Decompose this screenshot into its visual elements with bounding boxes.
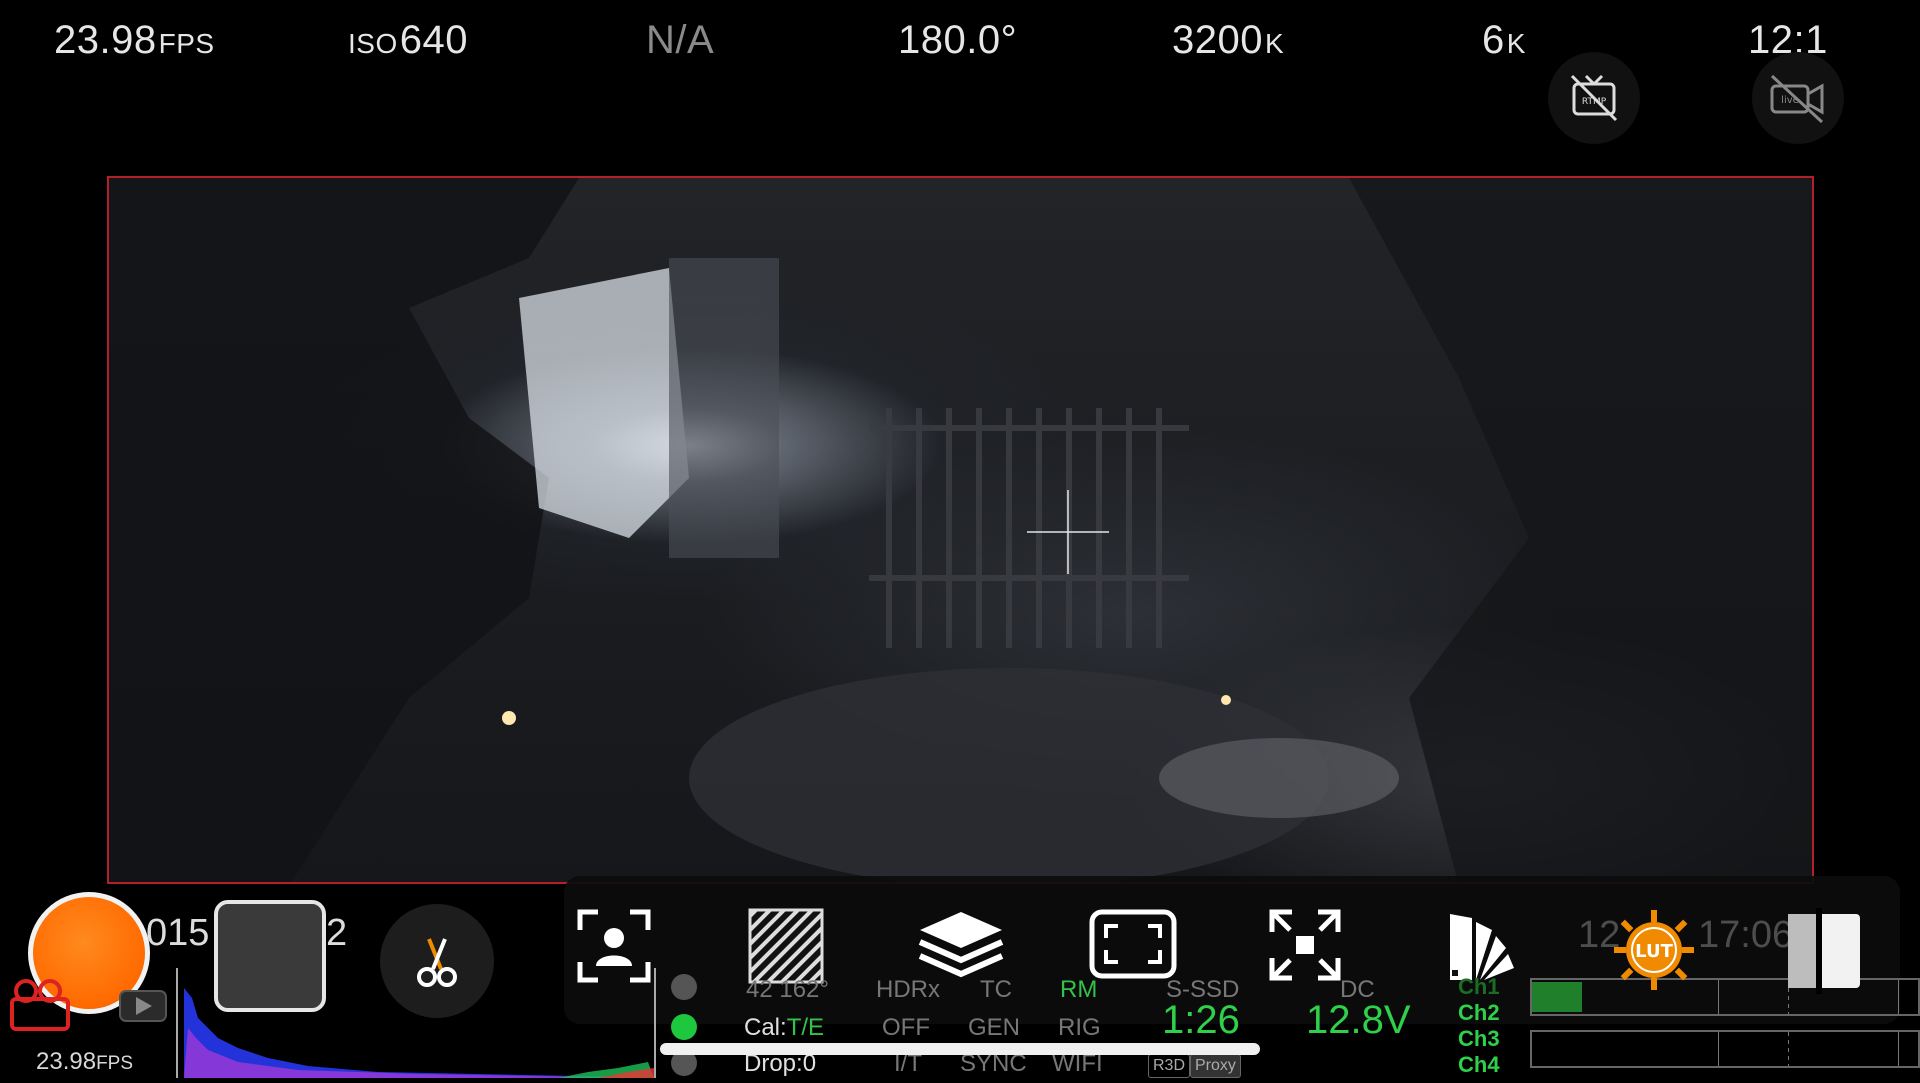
na-value: N/A	[646, 18, 715, 62]
fps-readout[interactable]: 23.98FPS	[54, 18, 215, 63]
face-focus-icon	[577, 909, 651, 983]
meter-1-tick-a	[1718, 980, 1719, 1014]
face-detect-button[interactable]	[576, 908, 652, 984]
split-view-icon	[1788, 908, 1860, 994]
proxy-badge: Proxy	[1190, 1054, 1241, 1078]
meter-2-tick-b	[1788, 1032, 1789, 1066]
channel-1-label: Ch1	[1458, 974, 1500, 999]
cal-value: T/E	[786, 1014, 825, 1041]
status-hdrx: HDRx	[876, 976, 940, 1003]
iso-readout[interactable]: ISO640	[348, 18, 468, 63]
fps-value: 23.98	[54, 18, 157, 62]
iso-prefix: ISO	[348, 28, 398, 59]
status-tc: TC	[980, 976, 1012, 1003]
white-balance-readout[interactable]: 3200K	[1172, 18, 1284, 63]
resolution-readout[interactable]: 6K	[1482, 18, 1526, 63]
split-view-button[interactable]	[1786, 908, 1862, 999]
meter-1-tick-c	[1898, 980, 1899, 1014]
rtmp-off-button[interactable]: RTMP	[1548, 52, 1640, 144]
r3d-badge: R3D	[1148, 1054, 1191, 1078]
status-gen: GEN	[968, 1014, 1021, 1041]
media-remaining: 1:26	[1162, 998, 1240, 1042]
zebra-button[interactable]	[748, 908, 824, 984]
clock-right: 17:06	[1698, 914, 1794, 956]
timecode-left: 015	[146, 912, 210, 954]
expand-icon	[1269, 909, 1341, 981]
center-crosshair-vertical	[1067, 490, 1069, 574]
rtmp-off-icon: RTMP	[1570, 74, 1618, 122]
camera-playback-icon[interactable]	[8, 975, 168, 1035]
fullscreen-button[interactable]	[1268, 908, 1342, 982]
cal-label: Cal:	[744, 1014, 787, 1041]
live-off-icon: live	[1770, 74, 1824, 124]
channel-2-label: Ch2	[1458, 1000, 1500, 1025]
white-balance-unit: K	[1264, 28, 1285, 59]
channel-3-label: Ch3	[1458, 1026, 1500, 1051]
status-rig: RIG	[1058, 1014, 1101, 1041]
lut-icon: LUT	[1614, 910, 1694, 990]
bottom-fps-unit: FPS	[96, 1053, 134, 1074]
lut-button[interactable]: LUT	[1612, 908, 1696, 997]
bottom-fps-value: 23.98	[36, 1048, 97, 1075]
frame-guide-icon	[1089, 909, 1177, 979]
shutter-readout[interactable]: 180.0°	[898, 18, 1017, 63]
meter-2-tick-a	[1718, 1032, 1719, 1066]
fan-chart-icon	[1450, 914, 1514, 980]
histogram	[176, 968, 656, 1078]
meter-2-tick-c	[1898, 1032, 1899, 1066]
svg-text:LUT: LUT	[1635, 941, 1673, 962]
status-angle: 42 162°	[746, 976, 830, 1003]
live-off-button[interactable]: live	[1752, 52, 1844, 144]
iso-value: 640	[399, 18, 468, 62]
status-dot-2	[671, 1014, 697, 1040]
frame-guide-button[interactable]	[1088, 908, 1178, 980]
na-readout[interactable]: N/A	[646, 18, 714, 63]
shutter-value: 180.0°	[898, 18, 1018, 62]
resolution-unit: K	[1506, 28, 1526, 59]
bottom-fps-readout: 23.98FPS	[36, 1048, 133, 1076]
histogram-graph	[184, 988, 654, 1078]
status-rm: RM	[1060, 976, 1098, 1003]
timecode-right: 2	[326, 912, 348, 954]
white-balance-value: 3200	[1172, 18, 1263, 62]
false-color-button[interactable]	[1442, 908, 1518, 984]
zebra-stripes-icon	[748, 908, 824, 984]
viewfinder[interactable]	[107, 176, 1814, 884]
channel-4-label: Ch4	[1458, 1052, 1500, 1077]
resolution-value: 6	[1482, 18, 1505, 62]
scene-image	[109, 178, 1812, 882]
audio-meter-1-fill	[1532, 982, 1583, 1012]
status-off: OFF	[882, 1014, 930, 1041]
voltage-readout: 12.8V	[1306, 998, 1411, 1042]
layers-icon	[918, 912, 1004, 978]
status-dot-1	[671, 974, 697, 1000]
fps-unit: FPS	[158, 28, 215, 59]
audio-meter-2	[1530, 1030, 1920, 1068]
overlay-layers-button[interactable]	[916, 908, 1006, 984]
toolbar-scrollbar[interactable]	[660, 1043, 1260, 1055]
status-cal: Cal:T/E	[744, 1014, 824, 1042]
